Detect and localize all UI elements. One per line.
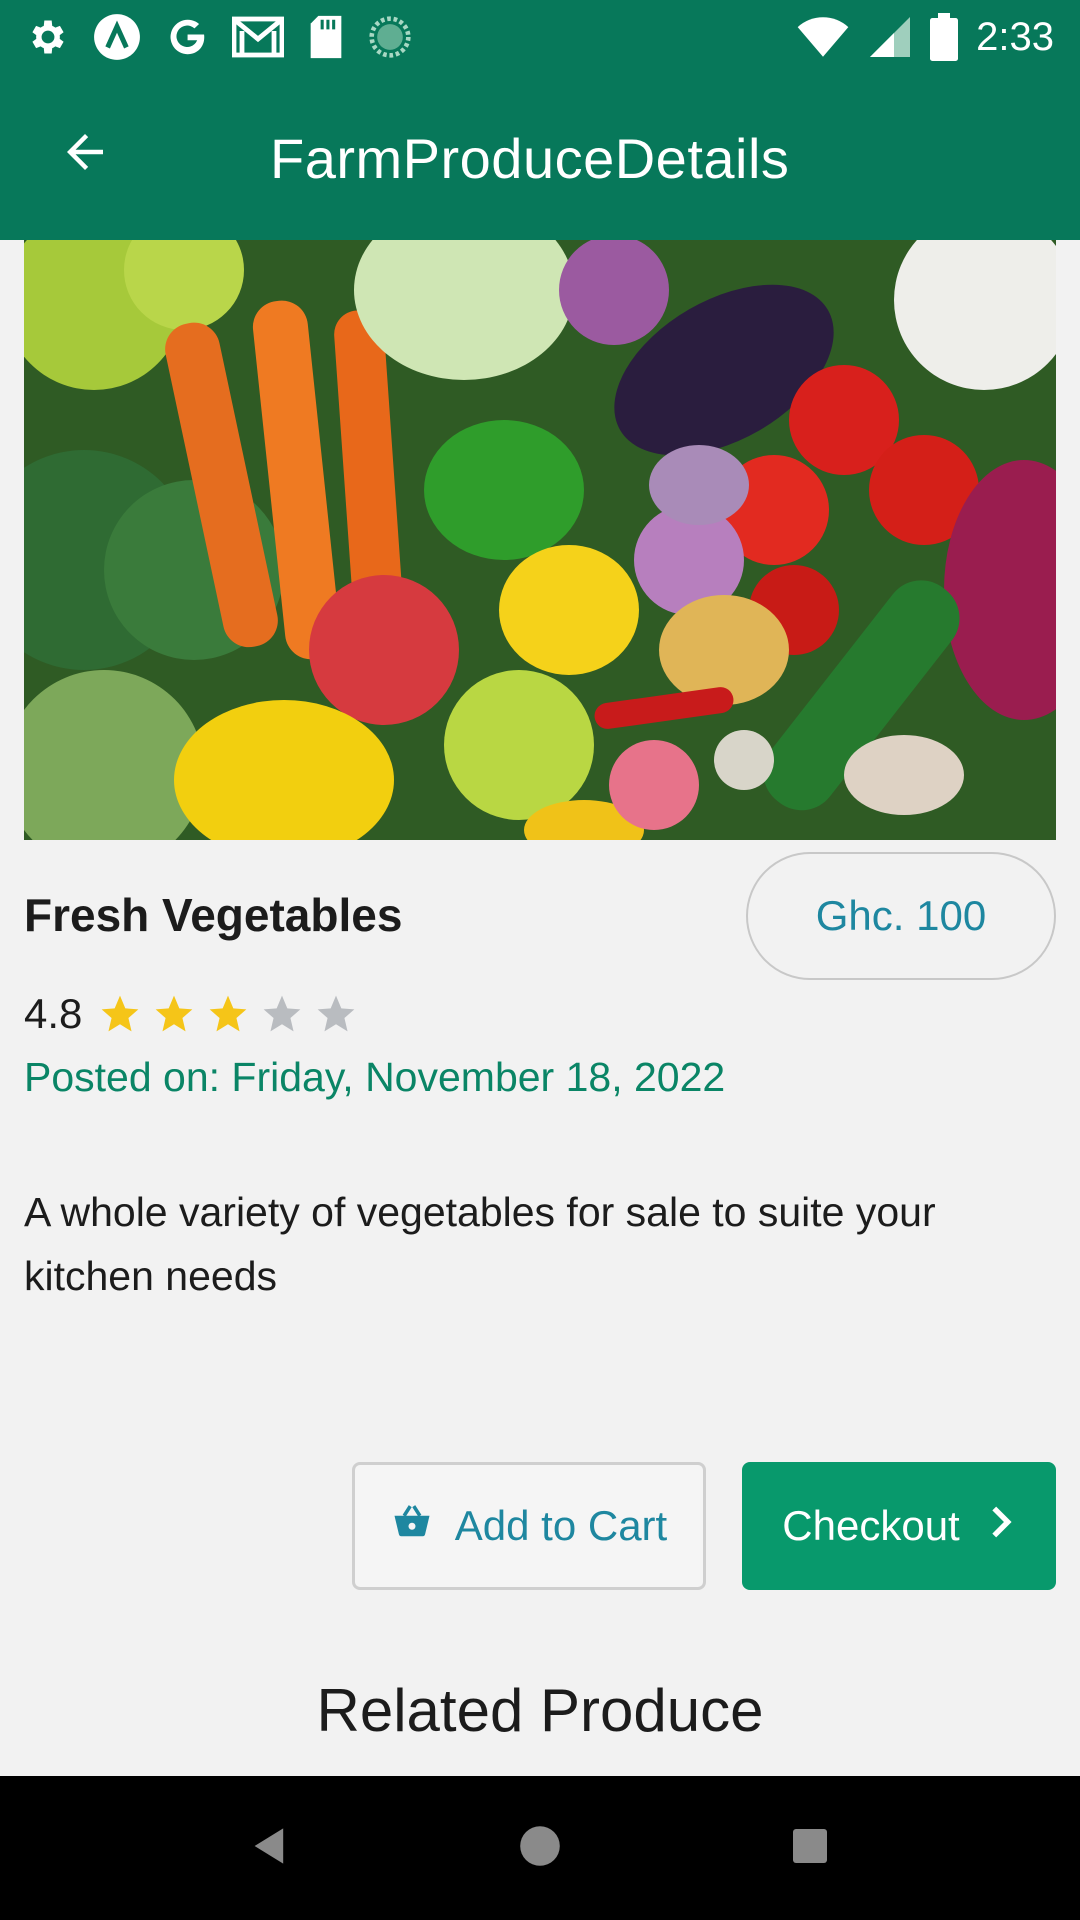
triangle-back-icon [248, 1824, 292, 1873]
nav-home-button[interactable] [504, 1812, 576, 1884]
square-recents-icon [790, 1826, 830, 1871]
status-bar: 2:33 [0, 0, 1080, 74]
gmail-icon [232, 14, 284, 60]
sync-icon [368, 15, 412, 59]
related-produce-heading: Related Produce [316, 1677, 764, 1744]
add-to-cart-button[interactable]: Add to Cart [352, 1462, 706, 1590]
sd-card-icon [306, 14, 346, 60]
status-time: 2:33 [976, 14, 1054, 59]
circle-home-icon [518, 1824, 562, 1873]
product-description: A whole variety of vegetables for sale t… [24, 1189, 936, 1299]
app-bar: FarmProduceDetails [0, 74, 1080, 240]
posted-date: Posted on: Friday, November 18, 2022 [24, 1054, 726, 1100]
nav-recents-button[interactable] [774, 1812, 846, 1884]
nav-back-button[interactable] [234, 1812, 306, 1884]
arrow-left-icon [58, 125, 112, 184]
star-empty-icon [264, 995, 301, 1032]
google-icon [164, 14, 210, 60]
rating-value: 4.8 [24, 990, 83, 1037]
star-filled-icon [156, 995, 193, 1032]
product-name: Fresh Vegetables [24, 889, 403, 941]
app-notification-icon [92, 12, 142, 62]
star-empty-icon [318, 995, 355, 1032]
wifi-icon [796, 15, 850, 59]
product-image [24, 240, 1056, 840]
star-filled-icon [102, 995, 139, 1032]
checkout-button[interactable]: Checkout [742, 1462, 1056, 1590]
battery-icon [930, 13, 959, 61]
system-nav-bar [0, 1776, 1080, 1920]
checkout-label: Checkout [782, 1502, 960, 1549]
back-button[interactable] [40, 114, 130, 194]
rating-row: 4.8 [24, 986, 368, 1042]
add-to-cart-label: Add to Cart [454, 1502, 668, 1549]
signal-icon [868, 15, 912, 59]
chevron-right-icon [986, 1502, 1016, 1550]
page-title: FarmProduceDetails [270, 127, 790, 190]
price-chip: Ghc. 100 [746, 852, 1056, 980]
star-filled-icon [210, 995, 247, 1032]
settings-gear-icon [26, 15, 70, 59]
shopping-basket-icon [391, 1500, 433, 1552]
